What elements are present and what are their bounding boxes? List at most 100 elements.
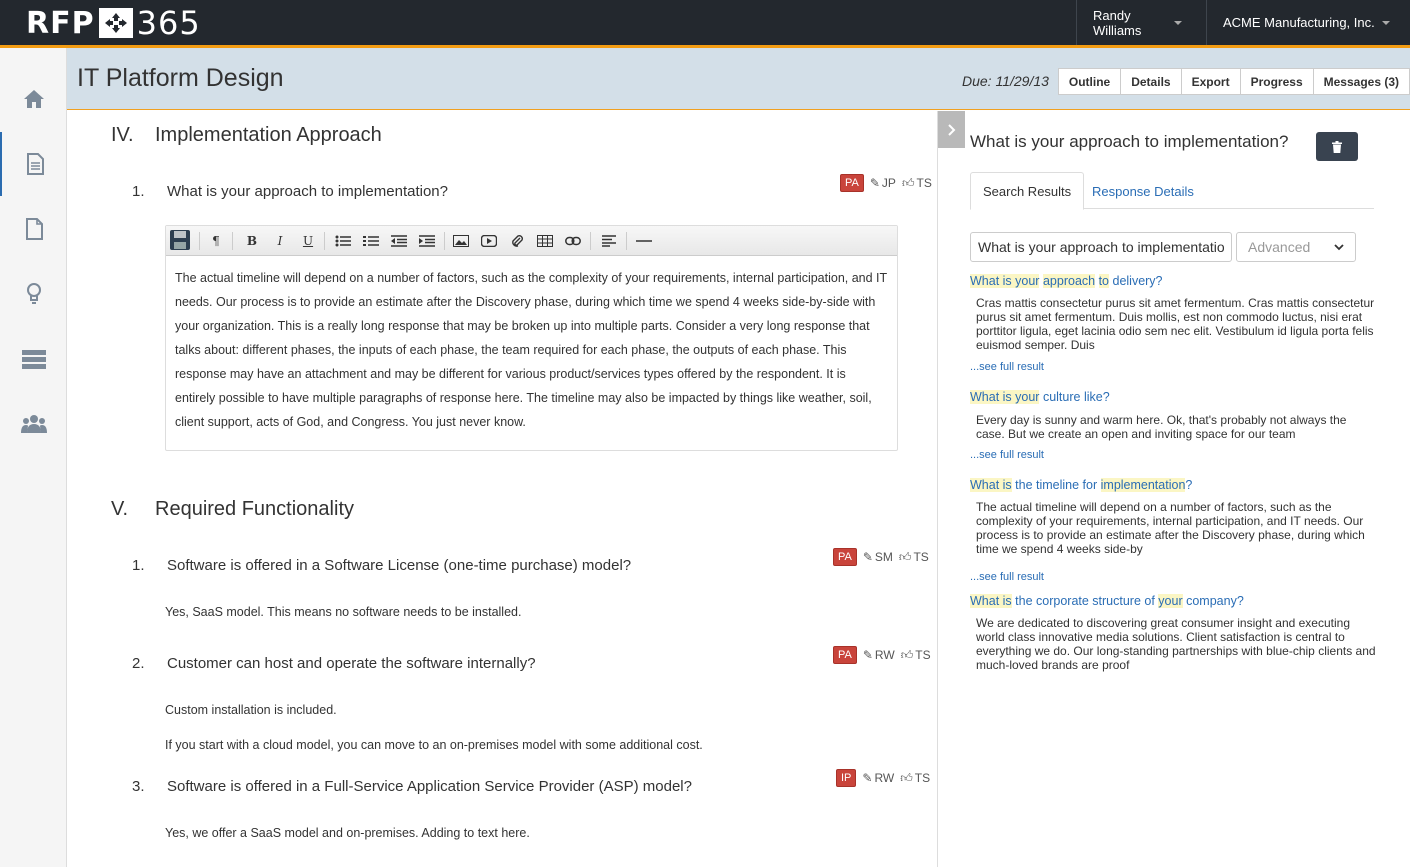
see-full-result-link[interactable]: ...see full result bbox=[970, 449, 1044, 461]
highlighted-term: your bbox=[1015, 274, 1040, 288]
align-icon[interactable] bbox=[600, 231, 618, 251]
search-input[interactable] bbox=[970, 232, 1232, 262]
question-number: 2. bbox=[132, 655, 145, 672]
see-full-result-link[interactable]: ...see full result bbox=[970, 361, 1044, 373]
reviewer-assignee[interactable]: 👍︎ TS bbox=[899, 550, 929, 565]
tab-outline[interactable]: Outline bbox=[1057, 68, 1121, 95]
nav-home[interactable] bbox=[0, 67, 67, 131]
title-fragment: culture like? bbox=[1039, 390, 1110, 404]
bullet-list-icon[interactable] bbox=[334, 231, 352, 251]
result-title[interactable]: What is the corporate structure of your … bbox=[970, 594, 1244, 608]
chevron-down-icon bbox=[1381, 20, 1390, 25]
title-fragment: ? bbox=[1185, 478, 1193, 492]
result-snippet: Cras mattis consectetur purus sit amet f… bbox=[976, 296, 1375, 352]
tab-progress[interactable]: Progress bbox=[1239, 68, 1313, 95]
result-title[interactable]: What is the timeline for implementation? bbox=[970, 478, 1192, 492]
nav-team[interactable] bbox=[0, 392, 67, 456]
table-icon[interactable] bbox=[536, 231, 554, 251]
chevron-right-icon bbox=[947, 123, 955, 136]
due-date: Due: 11/29/13 bbox=[962, 73, 1049, 89]
underline-icon[interactable]: U bbox=[300, 231, 316, 251]
question-text[interactable]: Customer can host and operate the softwa… bbox=[167, 655, 536, 672]
pencil-icon: ✎ bbox=[862, 771, 873, 785]
result-title[interactable]: What is your culture like? bbox=[970, 390, 1110, 404]
reviewer-initials: TS bbox=[913, 550, 929, 564]
editor-assignee[interactable]: ✎ RW bbox=[863, 648, 895, 662]
nav-documents[interactable] bbox=[0, 132, 67, 196]
editor-initials: JP bbox=[881, 176, 896, 190]
logo-text-left: RFP bbox=[26, 5, 95, 41]
nav-files[interactable] bbox=[0, 197, 67, 261]
question-text[interactable]: Software is offered in a Software Licens… bbox=[167, 557, 631, 574]
tab-response-details[interactable]: Response Details bbox=[1080, 172, 1206, 210]
title-fragment: the timeline for bbox=[1011, 478, 1101, 492]
user-menu[interactable]: Randy Williams bbox=[1076, 0, 1202, 45]
page-title: IT Platform Design bbox=[77, 64, 284, 92]
reviewer-assignee[interactable]: 👍︎ TS bbox=[902, 176, 932, 191]
status-badge[interactable]: PA bbox=[833, 548, 857, 566]
status-badge[interactable]: PA bbox=[840, 174, 864, 192]
section-title: Implementation Approach bbox=[155, 124, 382, 146]
delete-button[interactable] bbox=[1316, 132, 1358, 161]
toolbar-divider bbox=[444, 232, 445, 250]
answer-text[interactable]: If you start with a cloud model, you can… bbox=[165, 738, 703, 752]
result-title[interactable]: What is your approach to delivery? bbox=[970, 274, 1163, 288]
bold-icon[interactable]: B bbox=[244, 231, 260, 251]
link-icon[interactable] bbox=[564, 231, 582, 251]
app-logo[interactable]: RFP 365 bbox=[26, 4, 201, 42]
tab-details[interactable]: Details bbox=[1120, 68, 1181, 95]
paragraph-icon[interactable]: ¶ bbox=[208, 231, 224, 251]
highlighted-term: your bbox=[1158, 594, 1183, 608]
reviewer-initials: TS bbox=[916, 176, 932, 190]
video-icon[interactable] bbox=[480, 231, 498, 251]
question-number: 1. bbox=[132, 183, 145, 200]
section-title: Required Functionality bbox=[155, 498, 354, 520]
chevron-down-icon bbox=[1334, 243, 1344, 250]
indent-icon[interactable] bbox=[418, 231, 436, 251]
nav-library[interactable] bbox=[0, 327, 67, 391]
editor-assignee[interactable]: ✎ RW bbox=[862, 771, 894, 785]
outdent-icon[interactable] bbox=[390, 231, 408, 251]
result-snippet: The actual timeline will depend on a num… bbox=[976, 500, 1365, 556]
logo-arrows-icon bbox=[98, 8, 133, 38]
question-number: 1. bbox=[132, 557, 145, 574]
result-snippet: We are dedicated to discovering great co… bbox=[976, 616, 1376, 672]
editor-content[interactable]: The actual timeline will depend on a num… bbox=[166, 256, 897, 444]
nav-ideas[interactable] bbox=[0, 262, 67, 326]
editor-assignee[interactable]: ✎ SM bbox=[863, 550, 893, 564]
home-icon bbox=[23, 90, 44, 108]
answer-text[interactable]: Yes, we offer a SaaS model and on-premis… bbox=[165, 826, 530, 840]
horizontal-rule-icon[interactable] bbox=[634, 231, 654, 251]
save-icon[interactable] bbox=[168, 227, 192, 253]
question-text[interactable]: Software is offered in a Full-Service Ap… bbox=[167, 778, 692, 795]
user-name: Randy Williams bbox=[1093, 7, 1142, 38]
status-badge[interactable]: PA bbox=[833, 646, 857, 664]
logo-text-right: 365 bbox=[136, 4, 201, 42]
answer-text[interactable]: Custom installation is included. bbox=[165, 703, 337, 717]
organization-menu[interactable]: ACME Manufacturing, Inc. bbox=[1206, 0, 1410, 45]
reviewer-assignee[interactable]: 👍︎ TS bbox=[900, 771, 930, 786]
question-text[interactable]: What is your approach to implementation? bbox=[167, 183, 448, 200]
editor-assignee[interactable]: ✎ JP bbox=[870, 176, 896, 190]
top-bar: RFP 365 Randy Williams ACME Manufacturin… bbox=[0, 0, 1410, 48]
status-badge[interactable]: IP bbox=[836, 769, 857, 787]
tab-export[interactable]: Export bbox=[1180, 68, 1240, 95]
file-icon bbox=[25, 218, 43, 240]
answer-text[interactable]: Yes, SaaS model. This means no software … bbox=[165, 605, 521, 619]
collapse-panel-button[interactable] bbox=[938, 111, 965, 148]
team-icon bbox=[20, 415, 47, 433]
tab-search-results[interactable]: Search Results bbox=[970, 172, 1085, 210]
pencil-icon: ✎ bbox=[862, 550, 873, 564]
advanced-select[interactable]: Advanced bbox=[1236, 232, 1356, 262]
tab-messages[interactable]: Messages (3) bbox=[1312, 68, 1410, 95]
server-icon bbox=[21, 350, 46, 369]
image-icon[interactable] bbox=[452, 231, 470, 251]
italic-icon[interactable]: I bbox=[272, 231, 288, 251]
see-full-result-link[interactable]: ...see full result bbox=[970, 571, 1044, 583]
editor-initials: RW bbox=[874, 648, 895, 662]
lightbulb-icon bbox=[26, 283, 41, 304]
reviewer-assignee[interactable]: 👍︎ TS bbox=[901, 648, 931, 663]
numbered-list-icon[interactable] bbox=[362, 231, 380, 251]
attachment-icon[interactable] bbox=[508, 231, 526, 251]
thumbs-up-icon: 👍︎ bbox=[900, 647, 914, 662]
